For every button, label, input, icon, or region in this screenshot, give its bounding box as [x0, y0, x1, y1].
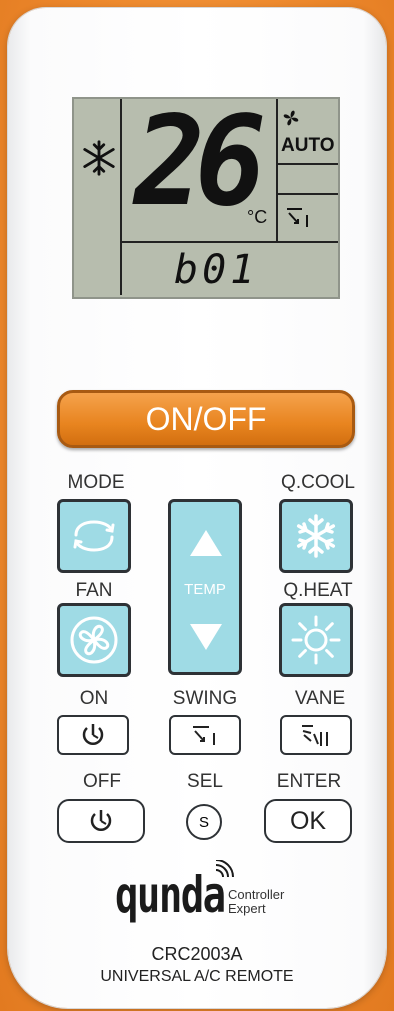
product-description: UNIVERSAL A/C REMOTE: [100, 968, 294, 985]
snowflake-icon: [83, 140, 115, 176]
brand-subtitle: Controller Expert: [228, 888, 284, 916]
mode-button[interactable]: [57, 499, 131, 573]
temp-label: TEMP: [184, 581, 226, 598]
signal-icon: [215, 860, 234, 878]
qcool-label: Q.COOL: [281, 472, 355, 493]
snowflake-icon: [296, 514, 336, 558]
lcd-divider: [120, 241, 338, 243]
vane-button[interactable]: [280, 715, 352, 755]
off-timer-button[interactable]: [57, 799, 145, 843]
qheat-label: Q.HEAT: [283, 580, 353, 601]
timer-icon: [90, 810, 112, 831]
logo-text: qunda: [115, 866, 226, 924]
swing-label: SWING: [172, 688, 238, 709]
lcd-fan-mode: AUTO: [281, 135, 335, 156]
cycle-icon: [73, 520, 115, 552]
sun-icon: [291, 615, 341, 665]
on-timer-label: ON: [79, 688, 109, 709]
lcd-display: 26 °C AUTO b01: [72, 97, 340, 299]
lcd-divider: [276, 193, 338, 195]
swing-icon: [193, 726, 215, 745]
sel-label: SEL: [187, 771, 223, 792]
swing-icon: [287, 208, 308, 227]
lcd-divider: [276, 99, 278, 241]
brand-logo: qunda Controller Expert: [115, 860, 325, 936]
mode-label: MODE: [67, 472, 125, 493]
off-timer-label: OFF: [83, 771, 121, 792]
fan-label: FAN: [75, 580, 113, 601]
fan-button[interactable]: [57, 603, 131, 677]
qcool-button[interactable]: [279, 499, 353, 573]
vane-icon: [302, 725, 328, 746]
ok-button[interactable]: OK: [264, 799, 352, 843]
lcd-unit: °C: [247, 207, 268, 227]
lcd-code: b01: [174, 247, 259, 293]
on-timer-button[interactable]: [57, 715, 129, 755]
brand-subtitle-2: Expert: [228, 901, 266, 916]
model-number: CRC2003A: [151, 944, 243, 964]
power-button[interactable]: ON/OFF: [57, 390, 355, 448]
fan-icon: [283, 110, 299, 126]
enter-label: ENTER: [276, 771, 342, 792]
temp-up-icon[interactable]: [188, 528, 224, 558]
fan-icon: [70, 616, 118, 664]
timer-icon: [82, 724, 104, 745]
lcd-temperature: 26: [134, 88, 266, 234]
temp-down-icon[interactable]: [188, 622, 224, 652]
vane-label: VANE: [294, 688, 346, 709]
sel-button[interactable]: S: [186, 804, 222, 840]
temp-rocker[interactable]: TEMP: [168, 499, 242, 675]
lcd-divider: [120, 99, 122, 295]
lcd-divider: [276, 163, 338, 165]
brand-subtitle-1: Controller: [228, 887, 285, 902]
qheat-button[interactable]: [279, 603, 353, 677]
swing-button[interactable]: [169, 715, 241, 755]
